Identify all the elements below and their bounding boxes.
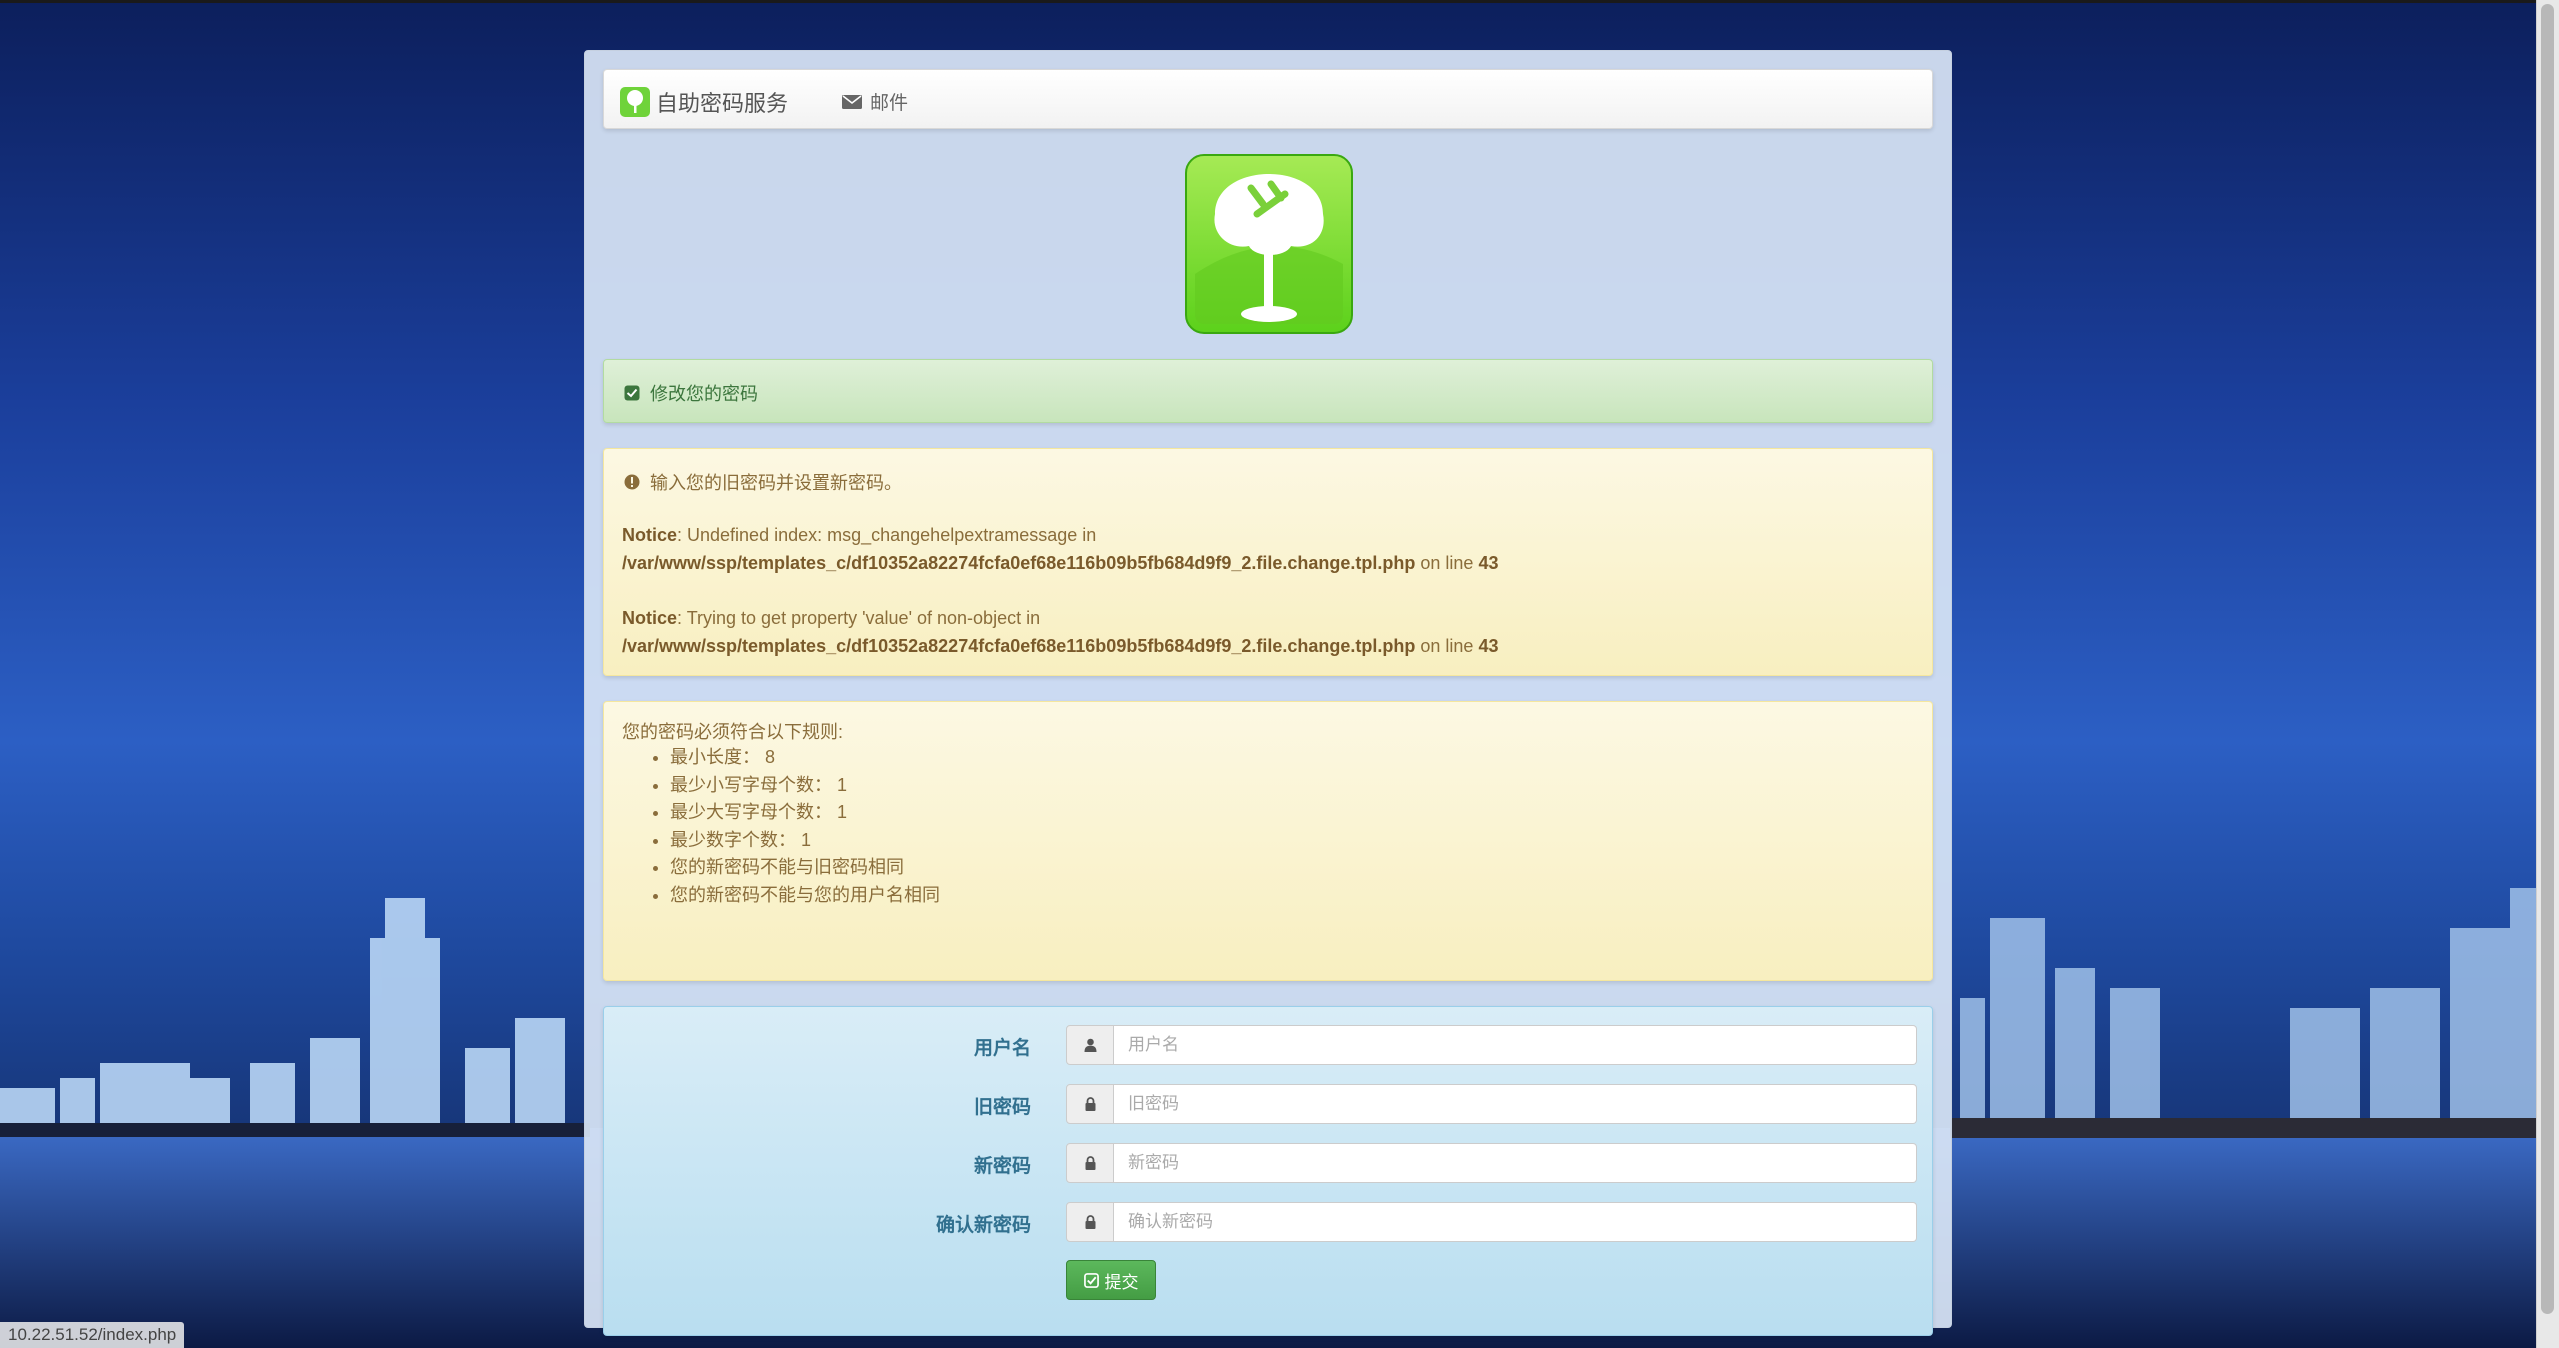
password-rules-alert: 您的密码必须符合以下规则: 最小长度： 8 最少小写字母个数： 1 最少大写字母… [603,701,1933,981]
submit-label: 提交 [1104,1272,1139,1292]
instruction-text: 输入您的旧密码并设置新密码。 [650,473,902,493]
main-container: 自助密码服务 邮件 修改您的密码 输入您的旧密码并设置新密码。 Notice: … [584,50,1952,1336]
username-label: 用户名 [973,1038,1031,1059]
envelope-icon [842,94,862,109]
lock-icon-addon [1066,1202,1114,1242]
lock-icon [1085,1215,1095,1229]
exclamation-circle-icon [624,474,640,490]
brand-link[interactable]: 自助密码服务 [620,86,788,118]
notice-line-number: 43 [1478,553,1499,573]
tree-logo-large [1185,154,1353,334]
mail-nav-link[interactable]: 邮件 [842,88,908,115]
check-square-icon [1083,1272,1099,1288]
php-notice-2: Notice: Trying to get property 'value' o… [622,604,1498,660]
rule-item: 最小长度： 8 [670,744,940,772]
change-password-alert: 修改您的密码 [603,359,1933,423]
submit-button[interactable]: 提交 [1066,1260,1156,1300]
user-icon [1084,1038,1096,1052]
old-password-input[interactable] [1114,1084,1917,1124]
username-row: 用户名 [604,1025,1934,1067]
lock-icon [1085,1156,1095,1170]
confirm-password-label: 确认新密码 [935,1215,1031,1236]
notice-label: Notice [622,525,678,545]
rule-item: 您的新密码不能与您的用户名相同 [670,882,940,910]
new-password-row: 新密码 [604,1143,1934,1185]
top-navbar: 自助密码服务 邮件 [603,69,1933,129]
mail-link-label: 邮件 [870,93,909,114]
notice-online-text: on line [1415,553,1479,573]
notice-message: : Trying to get property 'value' of non-… [677,608,1041,628]
rules-list: 最小长度： 8 最少小写字母个数： 1 最少大写字母个数： 1 最少数字个数： … [652,744,940,909]
lock-icon [1085,1097,1095,1111]
window-top-border [0,0,2559,3]
notice-online-text: on line [1415,636,1479,656]
new-password-input[interactable] [1114,1143,1917,1183]
rules-title: 您的密码必须符合以下规则: [622,722,843,742]
username-input-group [1066,1025,1917,1065]
confirm-password-row: 确认新密码 [604,1202,1934,1244]
vertical-scrollbar[interactable] [2536,0,2559,1348]
old-password-row: 旧密码 [604,1084,1934,1126]
notice-file-path: /var/www/ssp/templates_c/df10352a82274fc… [622,636,1416,656]
change-password-form: 用户名 旧密码 [603,1006,1933,1336]
new-password-label: 新密码 [973,1156,1031,1177]
instruction-alert: 输入您的旧密码并设置新密码。 Notice: Undefined index: … [603,448,1933,676]
brand-title: 自助密码服务 [656,91,789,116]
notice-file-path: /var/www/ssp/templates_c/df10352a82274fc… [622,553,1416,573]
new-password-input-group [1066,1143,1917,1183]
lock-icon-addon [1066,1143,1114,1183]
rule-item: 最少小写字母个数： 1 [670,772,940,800]
scrollbar-thumb[interactable] [2541,4,2554,1314]
notice-line-number: 43 [1478,636,1499,656]
old-password-input-group [1066,1084,1917,1124]
tree-logo-icon [620,87,650,117]
confirm-password-input-group [1066,1202,1917,1242]
notice-message: : Undefined index: msg_changehelpextrame… [677,525,1097,545]
old-password-label: 旧密码 [973,1097,1031,1118]
lock-icon-addon [1066,1084,1114,1124]
notice-label: Notice [622,608,678,628]
rule-item: 最少数字个数： 1 [670,827,940,855]
check-square-icon [624,385,640,401]
php-notice-1: Notice: Undefined index: msg_changehelpe… [622,521,1498,577]
username-input[interactable] [1114,1025,1917,1065]
change-password-title: 修改您的密码 [650,384,758,404]
rule-item: 最少大写字母个数： 1 [670,799,940,827]
browser-status-url: 10.22.51.52/index.php [0,1322,185,1348]
rule-item: 您的新密码不能与旧密码相同 [670,854,940,882]
confirm-password-input[interactable] [1114,1202,1917,1242]
user-icon-addon [1066,1025,1114,1065]
